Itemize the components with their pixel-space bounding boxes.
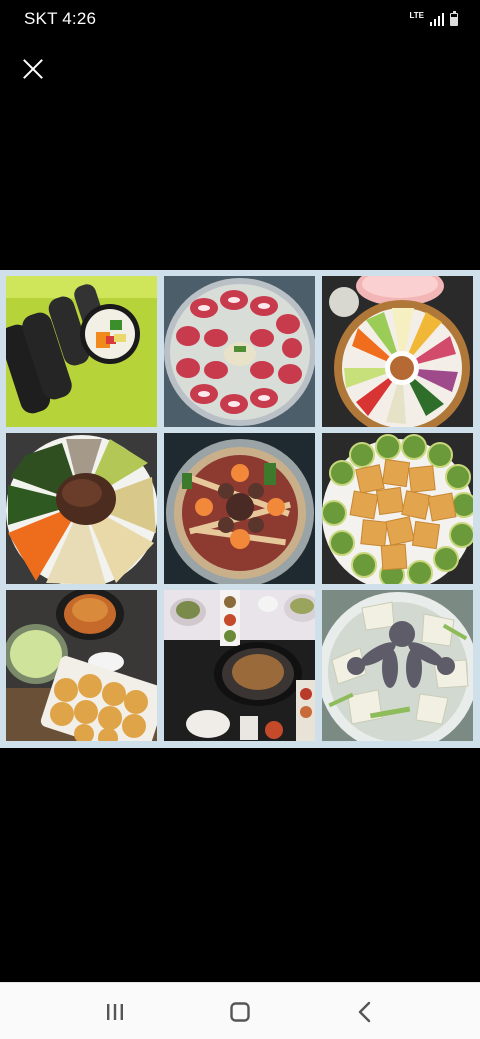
zucchini-jeon-photo xyxy=(322,433,473,584)
gimbap-photo xyxy=(6,276,157,427)
octopus-soup-photo xyxy=(322,590,473,741)
food-collage-photo[interactable] xyxy=(0,270,480,748)
lte-icon: LTE xyxy=(409,11,424,20)
battery-icon xyxy=(450,11,458,26)
image-viewer-screen: SKT 4:26 LTE xyxy=(0,0,480,1039)
status-icons: LTE xyxy=(409,10,458,26)
beef-rolls-photo xyxy=(164,276,315,427)
status-carrier-time: SKT 4:26 xyxy=(24,9,97,28)
close-icon[interactable] xyxy=(20,56,46,82)
home-icon[interactable] xyxy=(225,997,255,1027)
back-icon[interactable] xyxy=(350,997,380,1027)
platter-photo xyxy=(322,276,473,427)
status-bar: SKT 4:26 LTE xyxy=(0,0,480,38)
navigation-bar xyxy=(0,982,480,1039)
pancakes-photo xyxy=(6,590,157,741)
hotpot-photo xyxy=(164,433,315,584)
table-spread-photo xyxy=(164,590,315,741)
recent-apps-icon[interactable] xyxy=(100,997,130,1027)
bibimbap-photo xyxy=(6,433,157,584)
signal-icon xyxy=(430,12,444,26)
